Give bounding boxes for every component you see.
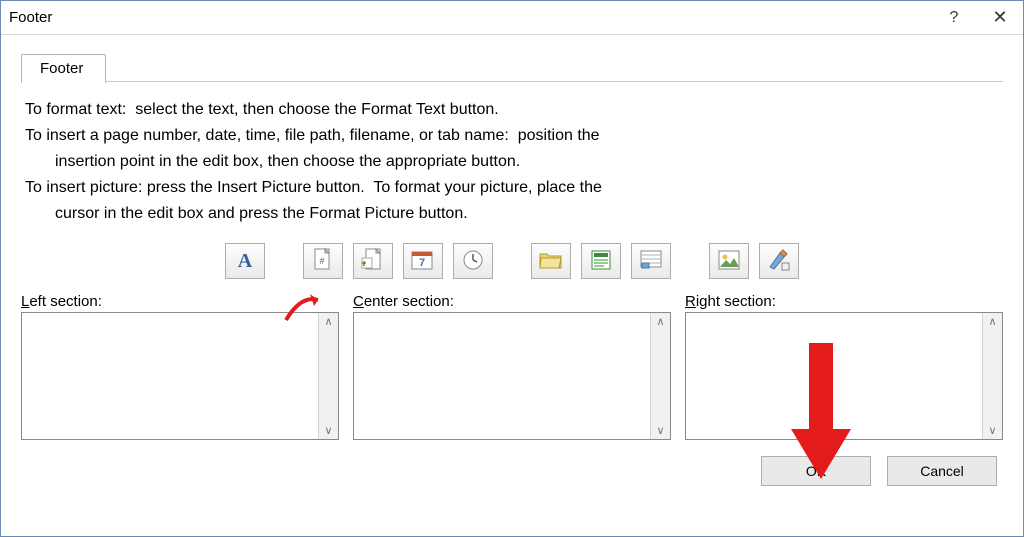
scroll-up-icon: ∧ [988, 315, 996, 328]
close-button[interactable]: ✕ [977, 1, 1023, 35]
dialog-buttons: OK Cancel [21, 456, 1003, 486]
left-section-input[interactable] [22, 313, 318, 439]
help-button[interactable]: ? [931, 1, 977, 35]
time-icon [462, 249, 484, 274]
format-text-icon: A [238, 250, 252, 273]
number-of-pages-icon [361, 248, 385, 275]
tab-underline [21, 81, 1003, 82]
toolbar-gap-3 [681, 243, 699, 279]
svg-text:7: 7 [419, 257, 425, 269]
section-editors: ∧∨ ∧∨ ∧∨ [21, 312, 1003, 440]
toolbar-gap-1 [275, 243, 293, 279]
center-section-label: Center section: [353, 293, 671, 310]
tab-strip: Footer [21, 53, 1003, 83]
center-section-box: ∧∨ [353, 312, 671, 440]
instr-line-2b: insertion point in the edit box, then ch… [25, 149, 1003, 175]
window-title: Footer [9, 9, 931, 26]
format-text-button[interactable]: A [225, 243, 265, 279]
instructions-text: To format text: select the text, then ch… [21, 97, 1003, 227]
tab-label: Footer [40, 60, 83, 77]
insert-file-path-button[interactable] [531, 243, 571, 279]
scroll-down-icon: ∨ [324, 424, 332, 437]
instr-line-1: To format text: select the text, then ch… [25, 101, 499, 118]
center-section-input[interactable] [354, 313, 650, 439]
ok-button[interactable]: OK [761, 456, 871, 486]
format-picture-icon [768, 249, 790, 274]
right-section-label: Right section: [685, 293, 1003, 310]
scroll-down-icon: ∨ [656, 424, 664, 437]
dialog-body: Footer To format text: select the text, … [1, 35, 1023, 536]
insert-sheet-name-button[interactable] [631, 243, 671, 279]
file-path-icon [539, 250, 563, 273]
left-section-label: Left section: [21, 293, 339, 310]
svg-text:#: # [319, 256, 324, 266]
file-name-icon [590, 249, 612, 274]
instr-line-3b: cursor in the edit box and press the For… [25, 201, 1003, 227]
scroll-up-icon: ∧ [324, 315, 332, 328]
toolbar: A # 7 [21, 243, 1003, 279]
instr-line-2a: To insert a page number, date, time, fil… [25, 127, 600, 144]
insert-time-button[interactable] [453, 243, 493, 279]
insert-file-name-button[interactable] [581, 243, 621, 279]
right-section-scrollbar[interactable]: ∧∨ [982, 313, 1002, 439]
date-icon: 7 [411, 249, 435, 274]
insert-page-number-button[interactable]: # [303, 243, 343, 279]
insert-picture-icon [718, 250, 740, 273]
footer-dialog-window: Footer ? ✕ Footer To format text: select… [0, 0, 1024, 537]
center-section-scrollbar[interactable]: ∧∨ [650, 313, 670, 439]
insert-picture-button[interactable] [709, 243, 749, 279]
titlebar: Footer ? ✕ [1, 1, 1023, 35]
toolbar-gap-2 [503, 243, 521, 279]
section-labels: Left section: Center section: Right sect… [21, 293, 1003, 310]
cancel-button[interactable]: Cancel [887, 456, 997, 486]
help-icon: ? [950, 9, 959, 27]
instr-line-3a: To insert picture: press the Insert Pict… [25, 179, 602, 196]
left-section-scrollbar[interactable]: ∧∨ [318, 313, 338, 439]
left-section-box: ∧∨ [21, 312, 339, 440]
right-section-input[interactable] [686, 313, 982, 439]
close-icon: ✕ [992, 7, 1007, 28]
scroll-up-icon: ∧ [656, 315, 664, 328]
page-number-icon: # [312, 248, 334, 275]
insert-number-of-pages-button[interactable] [353, 243, 393, 279]
sheet-name-icon [640, 250, 662, 273]
right-section-box: ∧∨ [685, 312, 1003, 440]
tab-footer[interactable]: Footer [21, 54, 106, 83]
insert-date-button[interactable]: 7 [403, 243, 443, 279]
format-picture-button[interactable] [759, 243, 799, 279]
scroll-down-icon: ∨ [988, 424, 996, 437]
